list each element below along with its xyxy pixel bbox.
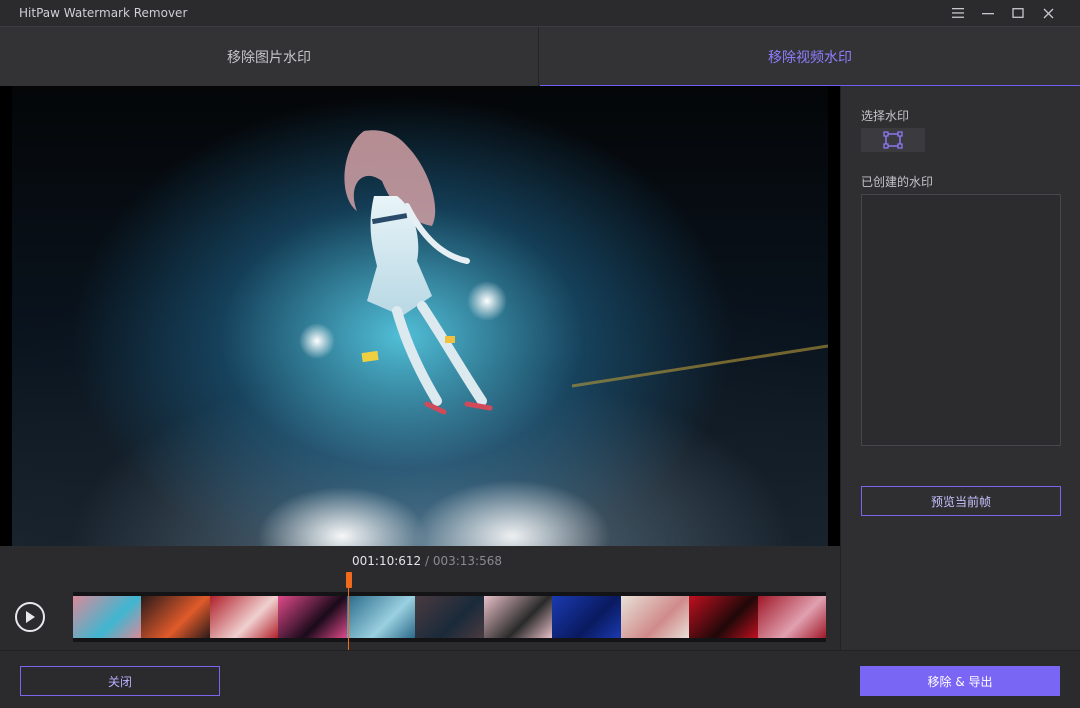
title-bar: HitPaw Watermark Remover	[0, 0, 1080, 26]
playhead-line	[348, 588, 349, 650]
play-icon	[26, 611, 35, 623]
play-button[interactable]	[15, 602, 45, 632]
remove-and-export-button[interactable]: 移除 & 导出	[860, 666, 1060, 696]
menu-icon	[952, 8, 964, 18]
tab-remove-video-watermark[interactable]: 移除视频水印	[540, 27, 1080, 86]
filmstrip-thumbnail[interactable]	[141, 596, 210, 638]
filmstrip-thumbnail[interactable]	[620, 596, 690, 638]
close-window-button[interactable]	[1038, 3, 1058, 23]
filmstrip-thumbnail[interactable]	[483, 596, 553, 638]
minimize-icon	[982, 13, 994, 15]
maximize-icon	[1012, 8, 1024, 18]
video-frame[interactable]	[12, 86, 828, 546]
filmstrip-thumbnail[interactable]	[757, 596, 826, 638]
created-watermarks-label: 已创建的水印	[861, 175, 934, 189]
filmstrip-thumbnail[interactable]	[415, 596, 484, 638]
app-title: HitPaw Watermark Remover	[19, 6, 188, 20]
total-time: 003:13:568	[432, 554, 503, 568]
minimize-button[interactable]	[978, 3, 998, 23]
filmstrip-thumbnail[interactable]	[209, 596, 279, 638]
filmstrip-thumbnail[interactable]	[552, 596, 621, 638]
playhead-handle[interactable]	[346, 572, 352, 588]
video-preview[interactable]	[0, 86, 840, 546]
filmstrip-thumbnail[interactable]	[346, 596, 416, 638]
watermark-sidebar: 选择水印 已创建的水印 预览当前帧	[840, 86, 1080, 650]
footer-bar: 关闭 移除 & 导出	[0, 650, 1080, 708]
timecode: 001:10:612 / 003:13:568	[352, 554, 502, 568]
filmstrip-thumbnail[interactable]	[278, 596, 347, 638]
timeline-filmstrip[interactable]	[73, 592, 826, 642]
filmstrip-thumbnail[interactable]	[689, 596, 758, 638]
time-separator: /	[421, 554, 433, 568]
mode-tabs: 移除图片水印 移除视频水印	[0, 26, 1080, 86]
rectangle-select-icon	[883, 131, 903, 149]
current-time: 001:10:612	[352, 554, 422, 568]
tab-remove-image-watermark[interactable]: 移除图片水印	[0, 27, 539, 86]
created-watermarks-list[interactable]	[861, 194, 1061, 446]
filmstrip-thumbnail[interactable]	[73, 596, 142, 638]
close-icon	[1043, 8, 1053, 18]
menu-button[interactable]	[948, 3, 968, 23]
rectangle-select-tool[interactable]	[861, 128, 925, 152]
maximize-button[interactable]	[1008, 3, 1028, 23]
preview-current-frame-button[interactable]: 预览当前帧	[861, 486, 1061, 516]
close-button[interactable]: 关闭	[20, 666, 220, 696]
select-watermark-label: 选择水印	[861, 109, 910, 123]
video-scene-illustration	[344, 130, 828, 415]
player-controls: 001:10:612 / 003:13:568	[0, 546, 840, 650]
